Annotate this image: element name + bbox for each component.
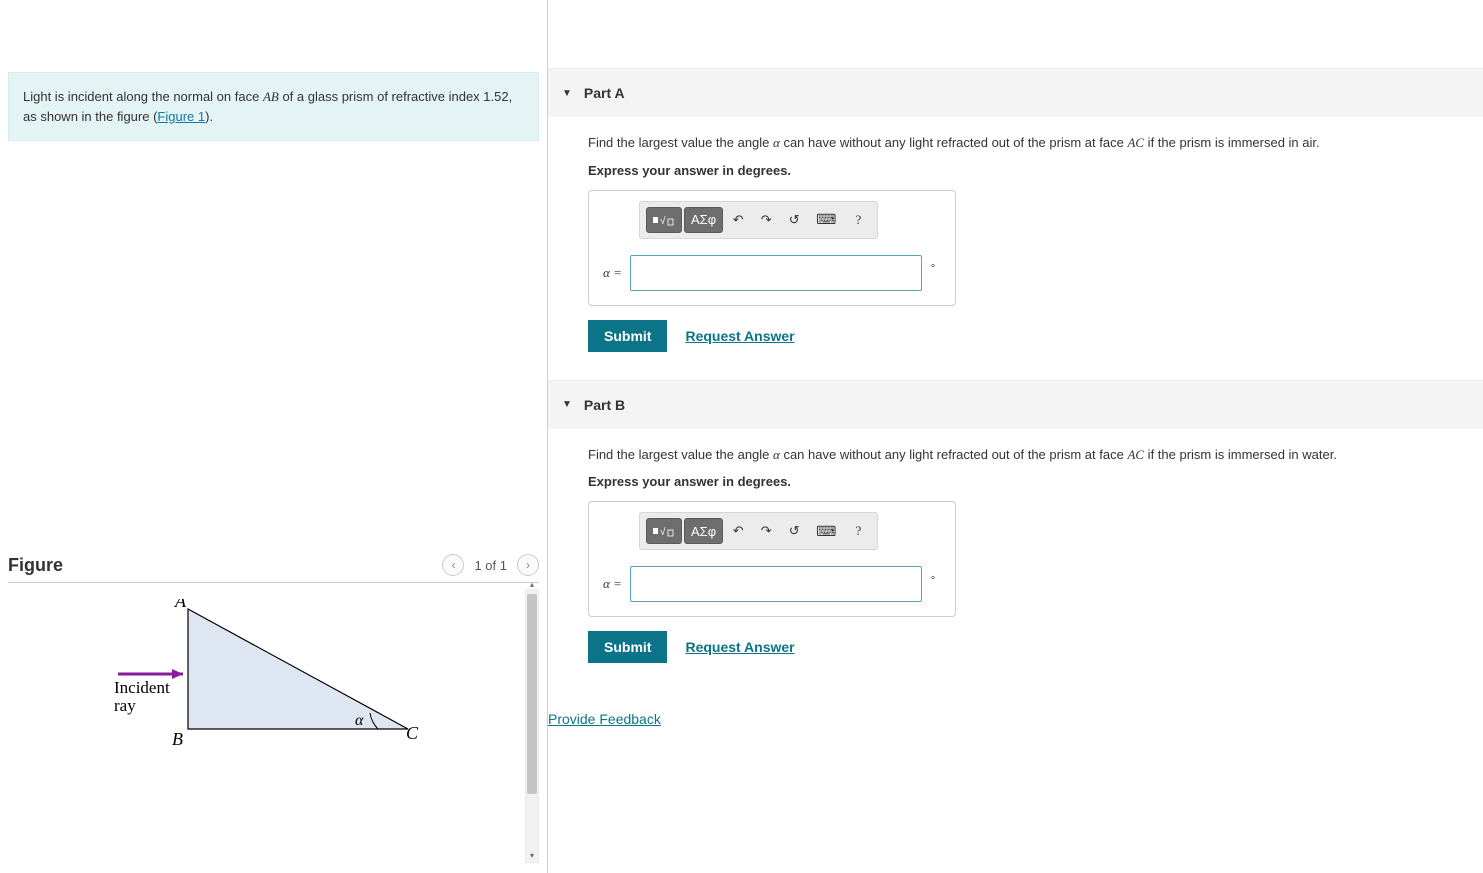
part-b-answer-input[interactable]	[630, 566, 922, 602]
figure-scrollbar[interactable]: ▴ ▾	[525, 589, 539, 863]
problem-intro: Light is incident along the normal on fa…	[8, 72, 539, 141]
part-a-submit-button[interactable]: Submit	[588, 320, 667, 352]
face-ab: AB	[263, 89, 279, 104]
part-b-toolbar: √ ΑΣφ ↶ ↷ ↺ ⌨ ?	[639, 512, 878, 550]
label-b: B	[172, 729, 183, 749]
unit-degree-b: ∘	[930, 573, 936, 584]
figure-page-indicator: 1 of 1	[474, 558, 507, 573]
keyboard-button[interactable]: ⌨	[809, 207, 843, 233]
part-b-question: Find the largest value the angle α can h…	[588, 445, 1483, 465]
part-a-answer-box: √ ΑΣφ ↶ ↷ ↺ ⌨ ? α = ∘	[588, 190, 956, 306]
undo-button[interactable]: ↶	[725, 518, 751, 544]
templates-button[interactable]: √	[646, 518, 682, 544]
part-b-request-answer-link[interactable]: Request Answer	[685, 639, 794, 655]
part-a-answer-input[interactable]	[630, 255, 922, 291]
svg-text:√: √	[660, 215, 666, 227]
intro-text-3: ).	[205, 109, 213, 124]
label-alpha: α	[355, 712, 364, 729]
part-b-header[interactable]: ▼ Part B	[548, 380, 1483, 429]
prism-diagram: A B C α Incident ray	[108, 599, 438, 759]
collapse-icon: ▼	[562, 399, 572, 410]
collapse-icon: ▼	[562, 88, 572, 99]
part-b-answer-box: √ ΑΣφ ↶ ↷ ↺ ⌨ ? α = ∘	[588, 501, 956, 617]
svg-text:√: √	[660, 526, 666, 538]
help-button[interactable]: ?	[845, 207, 871, 233]
greek-button[interactable]: ΑΣφ	[684, 207, 723, 233]
redo-button[interactable]: ↷	[753, 518, 779, 544]
figure-title: Figure	[8, 555, 63, 576]
reset-button[interactable]: ↺	[781, 518, 807, 544]
undo-button[interactable]: ↶	[725, 207, 751, 233]
part-b-title: Part B	[584, 397, 625, 413]
redo-button[interactable]: ↷	[753, 207, 779, 233]
label-incident: Incident	[114, 678, 170, 697]
alpha-equals-b: α =	[599, 576, 622, 592]
keyboard-button[interactable]: ⌨	[809, 518, 843, 544]
templates-button[interactable]: √	[646, 207, 682, 233]
figure-link[interactable]: Figure 1	[157, 109, 205, 124]
part-a-header[interactable]: ▼ Part A	[548, 68, 1483, 117]
greek-button[interactable]: ΑΣφ	[684, 518, 723, 544]
part-a-instruction: Express your answer in degrees.	[588, 163, 1483, 178]
figure-next-button[interactable]: ›	[517, 554, 539, 576]
unit-degree-a: ∘	[930, 261, 936, 272]
alpha-equals-a: α =	[599, 265, 622, 281]
part-b-instruction: Express your answer in degrees.	[588, 474, 1483, 489]
help-button[interactable]: ?	[845, 518, 871, 544]
part-a-request-answer-link[interactable]: Request Answer	[685, 328, 794, 344]
intro-text-1: Light is incident along the normal on fa…	[23, 89, 263, 104]
reset-button[interactable]: ↺	[781, 207, 807, 233]
part-a-title: Part A	[584, 85, 625, 101]
figure-canvas: A B C α Incident ray ▴ ▾	[8, 583, 539, 863]
label-c: C	[406, 723, 419, 743]
part-b-submit-button[interactable]: Submit	[588, 631, 667, 663]
figure-prev-button[interactable]: ‹	[442, 554, 464, 576]
label-ray: ray	[114, 696, 136, 715]
label-a: A	[174, 599, 187, 611]
part-a-toolbar: √ ΑΣφ ↶ ↷ ↺ ⌨ ?	[639, 201, 878, 239]
part-a-question: Find the largest value the angle α can h…	[588, 133, 1483, 153]
provide-feedback-link[interactable]: Provide Feedback	[548, 711, 661, 727]
